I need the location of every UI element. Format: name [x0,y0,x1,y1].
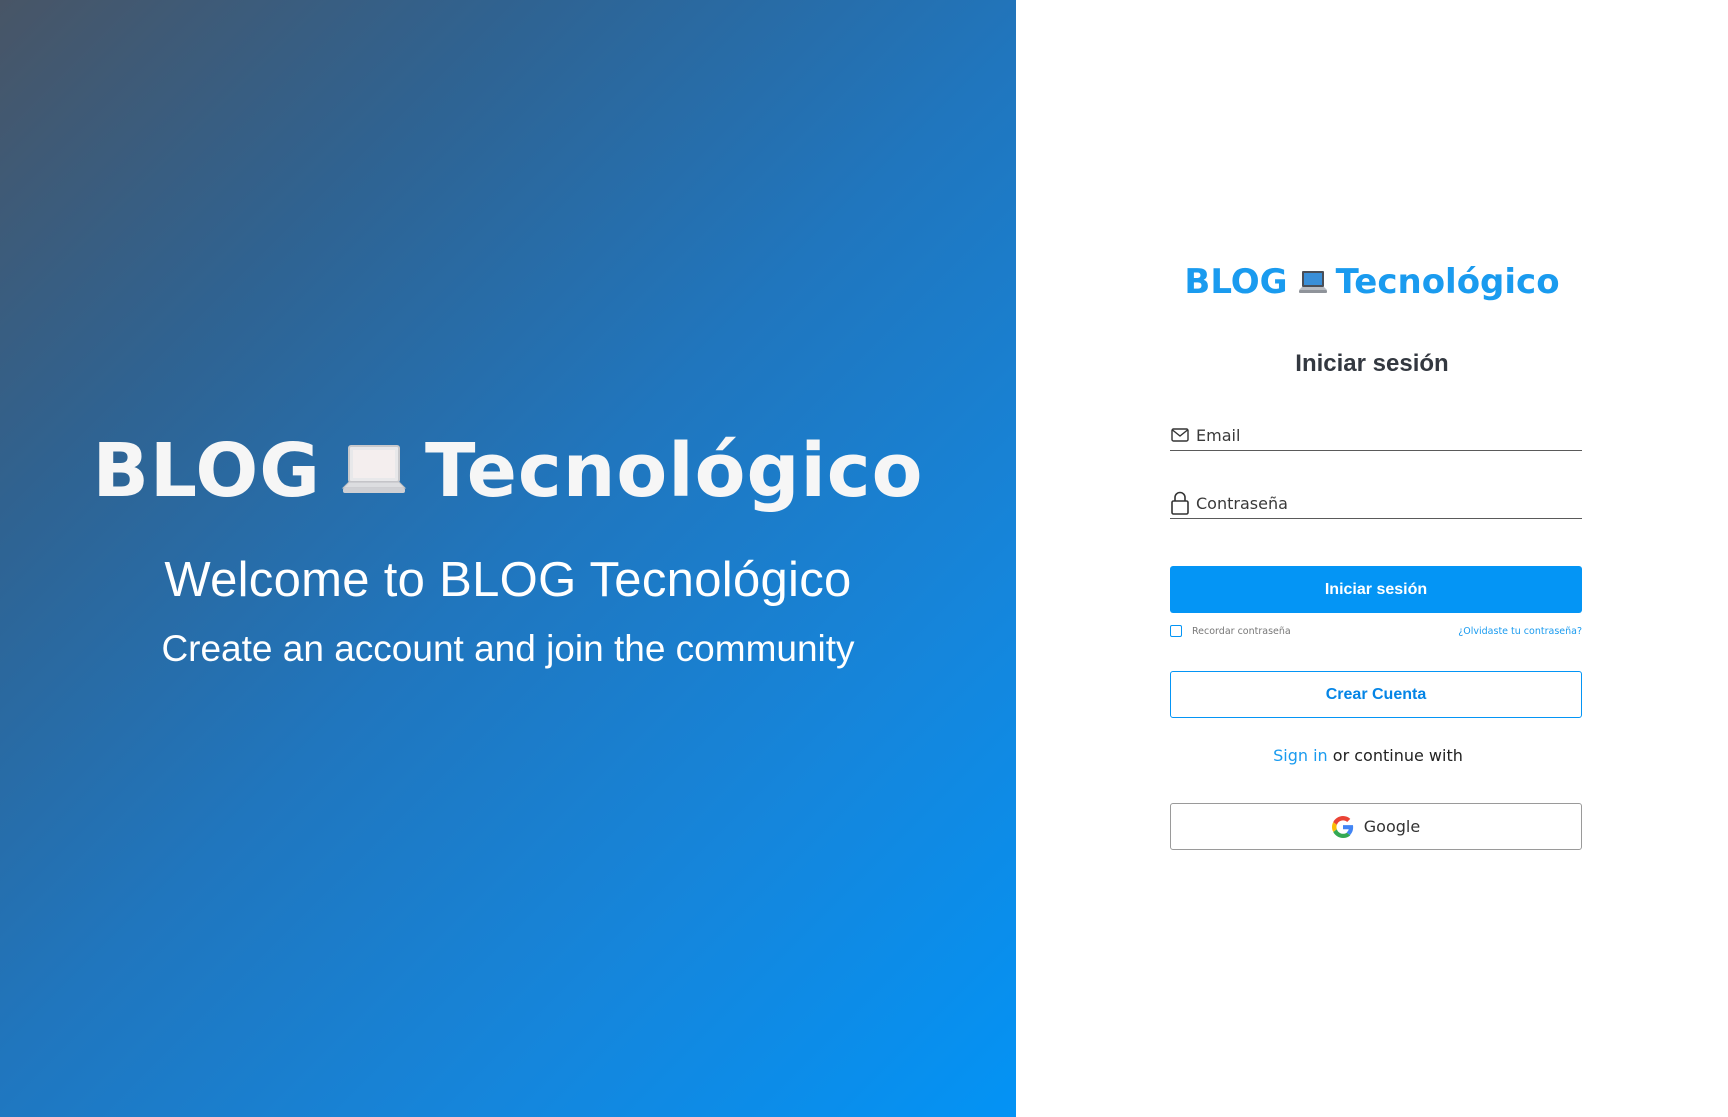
laptop-icon [1298,264,1328,293]
checkbox-icon[interactable] [1170,625,1182,637]
login-page: BLOG Tecnológico Welcome to BLOG Tecnoló… [0,0,1728,1117]
login-form-panel: BLOG Tecnológico Iniciar sesión Email In… [1016,0,1728,1117]
password-field-wrapper [1170,488,1582,519]
sign-in-link[interactable]: Sign in [1273,746,1328,765]
hero-logo-blog: BLOG [92,428,322,514]
hero-logo-tecnologico: Tecnológico [425,428,924,514]
email-field-wrapper [1170,420,1582,451]
envelope-icon [1170,424,1190,446]
sign-in-button[interactable]: Iniciar sesión [1170,566,1582,613]
email-input[interactable] [1196,425,1582,445]
google-sign-in-button[interactable]: Google [1170,803,1582,850]
lock-icon [1170,491,1190,515]
hero-panel: BLOG Tecnológico Welcome to BLOG Tecnoló… [0,0,1016,1117]
hero-logo: BLOG Tecnológico [0,428,1016,514]
forgot-password-link[interactable]: ¿Olvidaste tu contraseña? [1458,626,1582,637]
login-heading: Iniciar sesión [1295,350,1449,377]
google-button-label: Google [1363,817,1421,836]
password-input[interactable] [1196,493,1582,513]
continue-with-label: or continue with [1332,746,1463,765]
remember-password-checkbox[interactable]: Recordar contraseña [1170,625,1291,637]
google-icon [1331,815,1354,838]
form-logo-tecnologico: Tecnológico [1335,262,1560,302]
hero-subtitle: Create an account and join the community [161,628,855,669]
remember-password-label: Recordar contraseña [1192,625,1291,637]
remember-row: Recordar contraseña ¿Olvidaste tu contra… [1170,623,1582,639]
hero-title: Welcome to BLOG Tecnológico [164,553,852,607]
form-logo-blog: BLOG [1184,262,1288,302]
form-logo: BLOG Tecnológico [1016,262,1728,302]
continue-with-text: Sign in or continue with [1016,746,1720,765]
laptop-icon [341,432,407,493]
create-account-button[interactable]: Crear Cuenta [1170,671,1582,718]
